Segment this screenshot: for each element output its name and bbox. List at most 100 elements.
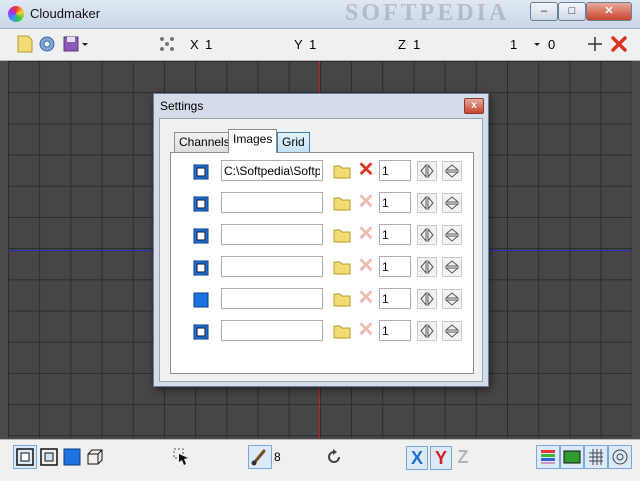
spin-second-value[interactable]: 0: [548, 37, 555, 52]
brush-size-value[interactable]: 8: [274, 450, 281, 464]
flip-horizontal-icon[interactable]: [417, 257, 437, 277]
image-count-input[interactable]: [379, 288, 411, 309]
x-value-field[interactable]: 1: [205, 37, 212, 52]
palette-button[interactable]: [536, 445, 560, 469]
flip-horizontal-icon[interactable]: [417, 193, 437, 213]
watermark: SOFTPEDIA: [345, 0, 510, 26]
cube-icon: [87, 449, 103, 465]
crosshair-icon[interactable]: [586, 35, 604, 53]
image-row: ✕: [171, 287, 473, 313]
solid-square-icon: [63, 448, 81, 466]
frame-image-icon[interactable]: [193, 228, 209, 244]
flip-vertical-icon[interactable]: [442, 161, 462, 181]
dialog-close-button[interactable]: x: [464, 98, 484, 114]
color-bars-icon: [541, 450, 555, 464]
scatter-points-icon[interactable]: [158, 35, 176, 53]
browse-folder-icon[interactable]: [333, 323, 351, 339]
window-title: Cloudmaker: [30, 6, 101, 21]
bottom-toolbar: 8 X Y Z: [0, 439, 640, 481]
cursor-select-icon: [173, 448, 188, 465]
browse-folder-icon[interactable]: [333, 259, 351, 275]
settings-dialog: Settings x Channels Images Grid ✕ ✕ ✕ ✕ ✕ ✕: [153, 93, 489, 387]
dialog-title: Settings: [160, 99, 204, 113]
maximize-button[interactable]: □: [558, 2, 586, 21]
target-button[interactable]: [608, 445, 632, 469]
y-value-field[interactable]: 1: [309, 37, 316, 52]
image-path-input[interactable]: [221, 224, 323, 245]
image-path-input[interactable]: [221, 192, 323, 213]
tab-channels[interactable]: Channels: [174, 132, 235, 152]
new-file-icon[interactable]: [16, 35, 34, 53]
browse-folder-icon[interactable]: [333, 195, 351, 211]
brush-tool-button[interactable]: [248, 445, 272, 469]
frame-image-icon[interactable]: [193, 196, 209, 212]
view-solid-button[interactable]: [60, 445, 84, 469]
close-window-button[interactable]: ✕: [586, 2, 632, 21]
image-row: ✕: [171, 223, 473, 249]
browse-folder-icon[interactable]: [333, 163, 351, 179]
app-logo-icon: [8, 6, 24, 22]
axis-x-toggle[interactable]: X: [406, 446, 428, 470]
delete-image-icon[interactable]: ✕: [357, 320, 375, 340]
delete-image-icon[interactable]: ✕: [357, 224, 375, 244]
select-tool-button[interactable]: [170, 445, 194, 469]
frame-image-icon[interactable]: [193, 324, 209, 340]
browse-folder-icon[interactable]: [333, 227, 351, 243]
image-row: ✕: [171, 191, 473, 217]
dialog-body: Channels Images Grid ✕ ✕ ✕ ✕ ✕ ✕: [159, 118, 483, 382]
reset-rotation-button[interactable]: [322, 445, 346, 469]
clear-x-icon[interactable]: [610, 35, 628, 53]
spin-value-field[interactable]: 1: [510, 37, 517, 52]
image-path-input[interactable]: [221, 256, 323, 277]
z-value-field[interactable]: 1: [413, 37, 420, 52]
delete-image-icon[interactable]: ✕: [357, 160, 375, 180]
flip-horizontal-icon[interactable]: [417, 161, 437, 181]
delete-image-icon[interactable]: ✕: [357, 192, 375, 212]
save-icon[interactable]: [62, 35, 80, 53]
image-path-input[interactable]: [221, 160, 323, 181]
frame-image-icon[interactable]: [193, 260, 209, 276]
images-tab-panel: ✕ ✕ ✕ ✕ ✕ ✕: [170, 152, 474, 374]
target-icon: [612, 449, 628, 465]
image-count-input[interactable]: [379, 224, 411, 245]
spin-dropdown-icon[interactable]: [532, 35, 542, 53]
tab-images[interactable]: Images: [228, 129, 278, 153]
image-count-input[interactable]: [379, 192, 411, 213]
axis-y-toggle[interactable]: Y: [430, 446, 452, 470]
view-frame-button[interactable]: [13, 445, 37, 469]
grid-toggle-button[interactable]: [584, 445, 608, 469]
image-count-input[interactable]: [379, 320, 411, 341]
rotate-icon: [328, 449, 340, 463]
solid-image-icon[interactable]: [193, 292, 209, 308]
flip-horizontal-icon[interactable]: [417, 321, 437, 341]
axis-z-toggle[interactable]: Z: [453, 446, 473, 468]
flip-vertical-icon[interactable]: [442, 257, 462, 277]
flip-vertical-icon[interactable]: [442, 321, 462, 341]
tab-grid[interactable]: Grid: [277, 132, 310, 152]
image-path-input[interactable]: [221, 320, 323, 341]
view-frame-alt-button[interactable]: [37, 445, 61, 469]
delete-image-icon[interactable]: ✕: [357, 288, 375, 308]
flip-horizontal-icon[interactable]: [417, 225, 437, 245]
delete-image-icon[interactable]: ✕: [357, 256, 375, 276]
image-row: ✕: [171, 159, 473, 185]
browse-folder-icon[interactable]: [333, 291, 351, 307]
flip-horizontal-icon[interactable]: [417, 289, 437, 309]
save-dropdown-icon[interactable]: [80, 35, 90, 53]
flip-vertical-icon[interactable]: [442, 193, 462, 213]
view-cube-button[interactable]: [83, 445, 107, 469]
flip-vertical-icon[interactable]: [442, 289, 462, 309]
z-label: Z: [398, 37, 406, 52]
image-row: ✕: [171, 255, 473, 281]
top-toolbar: X 1 Y 1 Z 1 1 0: [0, 29, 640, 61]
image-path-input[interactable]: [221, 288, 323, 309]
image-count-input[interactable]: [379, 160, 411, 181]
frame-alt-view-icon: [40, 448, 58, 466]
image-count-input[interactable]: [379, 256, 411, 277]
title-bar: Cloudmaker SOFTPEDIA – □ ✕: [0, 0, 640, 29]
background-button[interactable]: [560, 445, 584, 469]
frame-image-icon[interactable]: [193, 164, 209, 180]
settings-gear-icon[interactable]: [38, 35, 56, 53]
flip-vertical-icon[interactable]: [442, 225, 462, 245]
minimize-button[interactable]: –: [530, 2, 558, 21]
